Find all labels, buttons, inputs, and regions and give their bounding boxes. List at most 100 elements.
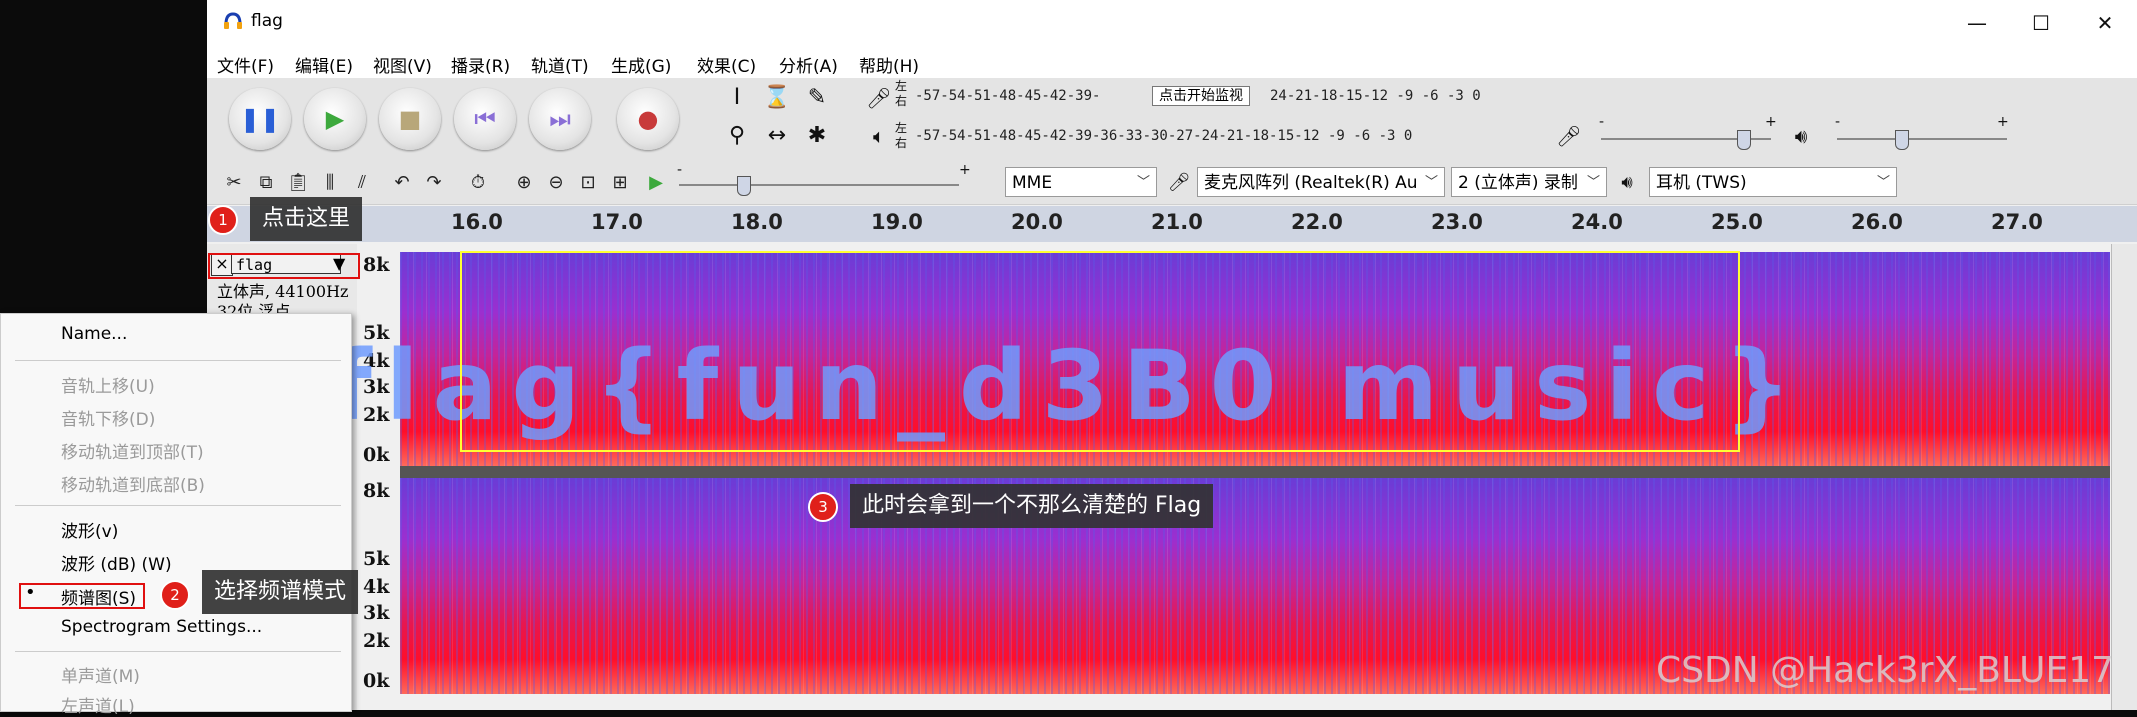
menu-transport[interactable]: 播录(R) xyxy=(451,52,510,77)
recording-device-select[interactable]: 麦克风阵列 (Realtek(R) Au ﹀ xyxy=(1197,167,1445,197)
play-speed-track xyxy=(679,184,959,186)
menu-file[interactable]: 文件(F) xyxy=(217,52,274,77)
trim-icon[interactable]: ⫼ xyxy=(315,168,345,198)
step-3-callout: 此时会拿到一个不那么清楚的 Flag xyxy=(850,484,1214,528)
y-label: 5k xyxy=(363,548,390,570)
ruler-tick: 22.0 xyxy=(1291,210,1343,234)
track-name-highlight xyxy=(208,253,360,279)
cut-icon[interactable]: ✂ xyxy=(219,168,249,198)
start-monitoring-button[interactable]: 点击开始监视 xyxy=(1152,86,1250,106)
sync-lock-icon[interactable]: ⏱ xyxy=(463,168,493,198)
chevron-down-icon: ﹀ xyxy=(1586,175,1600,190)
fit-selection-icon[interactable]: ⊡ xyxy=(573,168,603,198)
input-mic-icon: 🎤︎ xyxy=(1167,172,1191,193)
menu-item-move-up[interactable]: 音轨上移(U) xyxy=(61,372,155,397)
step-2-callout: 选择频谱模式 xyxy=(202,570,359,614)
menu-item-name[interactable]: Name... xyxy=(61,324,127,344)
menu-item-waveform-db[interactable]: 波形 (dB) (W) xyxy=(61,550,172,575)
stop-icon: ■ xyxy=(398,105,422,133)
menu-effect[interactable]: 效果(C) xyxy=(697,52,756,77)
envelope-tool-icon[interactable]: ⌛ xyxy=(761,82,793,114)
silence-icon[interactable]: ⫽ xyxy=(347,168,377,198)
menu-item-move-down[interactable]: 音轨下移(D) xyxy=(61,405,155,430)
ruler-tick: 24.0 xyxy=(1571,210,1623,234)
ruler-tick: 18.0 xyxy=(731,210,783,234)
menu-separator xyxy=(15,360,341,361)
play-meter-scale[interactable]: -57-54-51-48-45-42-39-36-33-30-27-24-21-… xyxy=(915,128,1412,144)
skip-end-button[interactable]: ⏭ xyxy=(529,88,591,150)
maximize-button[interactable]: ☐ xyxy=(2009,0,2073,46)
record-meter-mic-icon: 🎤︎ xyxy=(866,86,892,110)
playback-volume-slider[interactable] xyxy=(1895,130,1909,150)
skip-end-icon: ⏭ xyxy=(549,105,571,133)
stop-button[interactable]: ■ xyxy=(379,88,441,150)
playback-device-select[interactable]: 耳机 (TWS) ﹀ xyxy=(1649,167,1897,197)
spectrogram-highlight xyxy=(19,583,145,609)
fit-project-icon[interactable]: ⊞ xyxy=(605,168,635,198)
recording-device-value: 麦克风阵列 (Realtek(R) Au xyxy=(1204,173,1418,193)
menu-edit[interactable]: 编辑(E) xyxy=(295,52,353,77)
ruler-tick: 19.0 xyxy=(871,210,923,234)
ruler-tick: 20.0 xyxy=(1011,210,1063,234)
watermark: CSDN @Hack3rX_BLUE17 xyxy=(1656,650,2115,691)
menu-view[interactable]: 视图(V) xyxy=(373,52,432,77)
redo-icon[interactable]: ↷ xyxy=(419,168,449,198)
timeline-ruler[interactable]: 16.0 17.0 18.0 19.0 20.0 21.0 22.0 23.0 … xyxy=(207,206,2137,242)
audio-host-select[interactable]: MME ﹀ xyxy=(1005,167,1157,197)
title-bar: flag — ☐ ✕ xyxy=(207,0,2137,46)
multi-tool-icon[interactable]: ✱ xyxy=(801,120,833,152)
chevron-down-icon: ﹀ xyxy=(1136,175,1150,190)
ruler-tick: 16.0 xyxy=(451,210,503,234)
record-button[interactable]: ● xyxy=(617,88,679,150)
record-meter-scale-tail: 24-21-18-15-12 -9 -6 -3 0 xyxy=(1270,88,1481,104)
menu-analyze[interactable]: 分析(A) xyxy=(779,52,838,77)
undo-icon[interactable]: ↶ xyxy=(387,168,417,198)
ruler-tick: 21.0 xyxy=(1151,210,1203,234)
ruler-tick: 27.0 xyxy=(1991,210,2043,234)
recording-channels-select[interactable]: 2 (立体声) 录制 ﹀ xyxy=(1451,167,1607,197)
paste-icon[interactable]: 📋︎ xyxy=(283,168,313,198)
skip-start-button[interactable]: ⏮ xyxy=(454,88,516,150)
play-at-speed-icon[interactable]: ▶ xyxy=(641,168,671,198)
output-speaker-icon: 🔊︎ xyxy=(1621,172,1633,193)
playback-volume-plus: + xyxy=(1997,114,2009,130)
selection-tool-icon[interactable]: I xyxy=(721,82,753,114)
menu-item-move-top[interactable]: 移动轨道到顶部(T) xyxy=(61,438,204,463)
menu-separator xyxy=(15,651,341,652)
frequency-scale[interactable]: 8k 5k 4k 3k 2k 0k 8k 5k 4k 3k 2k 0k xyxy=(357,244,399,710)
play-meter-left-label: 左 xyxy=(895,121,908,135)
zoom-out-icon[interactable]: ⊖ xyxy=(541,168,571,198)
menu-item-mono[interactable]: 单声道(M) xyxy=(61,662,140,687)
menu-generate[interactable]: 生成(G) xyxy=(611,52,671,77)
skip-start-icon: ⏮ xyxy=(474,105,496,133)
menu-item-waveform[interactable]: 波形(v) xyxy=(61,517,118,542)
menu-tracks[interactable]: 轨道(T) xyxy=(531,52,589,77)
playback-volume-minus: - xyxy=(1835,114,1841,130)
record-volume-mic-icon: 🎤︎ xyxy=(1556,124,1582,148)
record-meter-scale[interactable]: -57-54-51-48-45-42-39- xyxy=(915,88,1100,104)
speed-plus: + xyxy=(959,162,971,178)
zoom-tool-icon[interactable]: ⚲ xyxy=(721,120,753,152)
menu-item-move-bottom[interactable]: 移动轨道到底部(B) xyxy=(61,471,205,496)
zoom-in-icon[interactable]: ⊕ xyxy=(509,168,539,198)
close-button[interactable]: ✕ xyxy=(2073,0,2137,46)
pause-button[interactable]: ❚❚ xyxy=(229,88,291,150)
y-label: 8k xyxy=(363,254,390,276)
menu-help[interactable]: 帮助(H) xyxy=(859,52,919,77)
copy-icon[interactable]: ⧉ xyxy=(251,168,281,198)
draw-tool-icon[interactable]: ✎ xyxy=(801,82,833,114)
y-label: 8k xyxy=(363,480,390,502)
play-speed-slider[interactable] xyxy=(737,176,751,196)
vertical-scrollbar[interactable] xyxy=(2111,244,2137,710)
timeshift-tool-icon[interactable]: ↔ xyxy=(761,120,793,152)
menu-item-left-channel[interactable]: 左声道(L) xyxy=(61,692,135,717)
chevron-down-icon: ﹀ xyxy=(1876,175,1890,190)
record-volume-slider[interactable] xyxy=(1737,130,1751,150)
playback-device-value: 耳机 (TWS) xyxy=(1656,173,1747,193)
menu-item-spectrogram-settings[interactable]: Spectrogram Settings... xyxy=(61,617,262,637)
channel-separator xyxy=(400,466,2110,478)
minimize-button[interactable]: — xyxy=(1945,0,2009,46)
audacity-icon xyxy=(224,12,242,29)
y-label: 2k xyxy=(363,630,390,652)
play-button[interactable]: ▶ xyxy=(304,88,366,150)
